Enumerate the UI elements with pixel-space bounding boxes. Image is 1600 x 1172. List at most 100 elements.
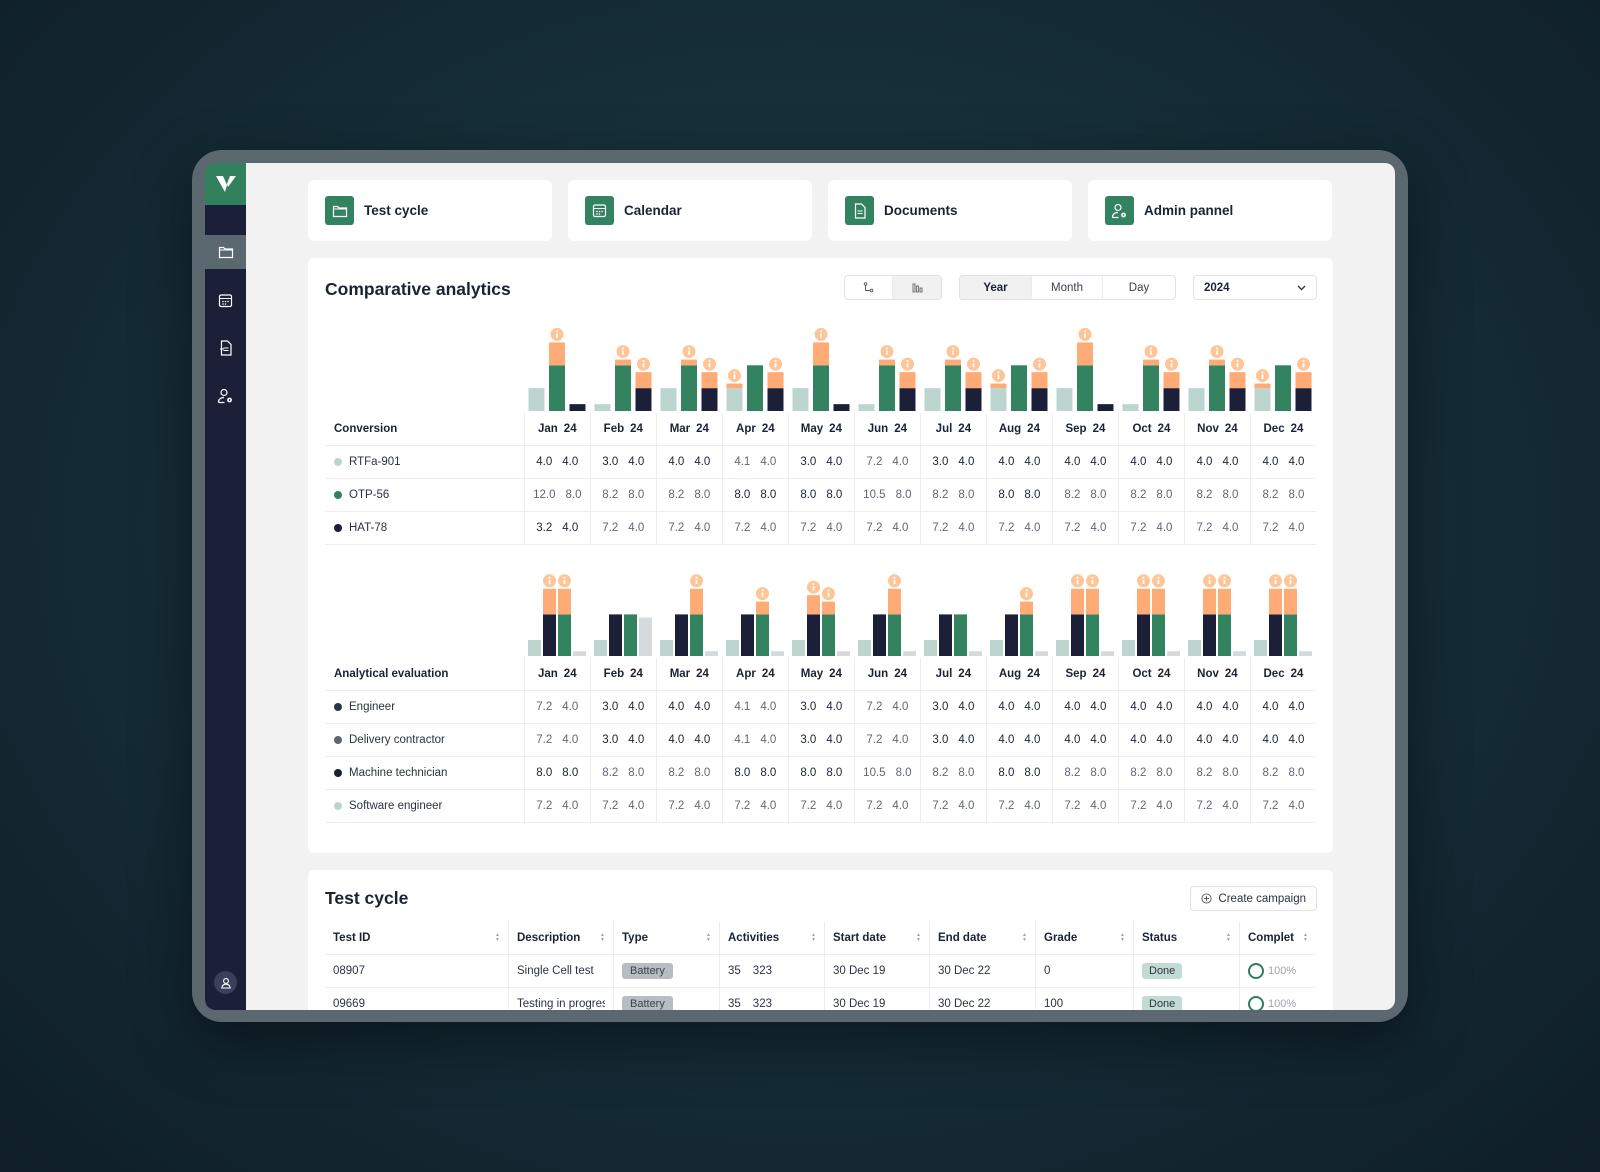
column-header[interactable]: Start date ▲ ▼ [824,922,929,954]
bar-otp-56[interactable] [549,365,565,411]
bar-otp-56[interactable] [681,365,697,411]
info-icon[interactable] [901,357,914,371]
period-year[interactable]: Year [960,276,1032,299]
bar-rtfa-901[interactable] [660,388,677,411]
info-icon[interactable] [967,357,980,371]
bar-rtfa-901[interactable] [726,388,743,411]
info-icon[interactable] [690,574,703,588]
bar-delivery-contractor[interactable] [837,651,850,656]
sort-icon[interactable]: ▲ ▼ [1303,933,1308,943]
info-icon[interactable] [1078,327,1092,341]
bar-machine-technician[interactable] [543,614,556,656]
info-icon[interactable] [1152,574,1165,588]
card-calendar[interactable]: Calendar [568,180,812,241]
info-icon[interactable] [1284,574,1297,588]
bar-software-engineer[interactable] [528,640,541,656]
info-icon[interactable] [1144,345,1158,359]
table-row[interactable]: 09669 Testing in progress Battery 35 323 30 D… [325,988,1316,1010]
bar-machine-technician[interactable] [939,614,952,656]
bar-machine-technician[interactable] [675,614,688,656]
bar-rtfa-901[interactable] [990,388,1007,411]
sort-icon[interactable]: ▲ ▼ [600,933,605,943]
bar-engineer[interactable] [954,614,967,656]
info-icon[interactable] [888,574,901,588]
bar-delivery-contractor[interactable] [573,651,586,656]
year-select[interactable]: 2024 [1193,275,1317,300]
bar-delivery-contractor[interactable] [639,617,652,656]
bar-machine-technician[interactable] [741,614,754,656]
sort-icon[interactable]: ▲ ▼ [1120,933,1125,943]
sort-icon[interactable]: ▲ ▼ [811,933,816,943]
bar-otp-56[interactable] [747,365,763,411]
logo-icon[interactable] [205,163,246,205]
bar-rtfa-901[interactable] [924,388,941,411]
bar-software-engineer[interactable] [792,640,805,656]
bar-hat-78[interactable] [899,388,916,411]
line-chart-toggle[interactable] [845,276,893,299]
bar-engineer[interactable] [756,614,769,656]
info-icon[interactable] [637,357,650,371]
info-icon[interactable] [807,580,820,594]
bar-otp-56[interactable] [615,365,631,411]
sort-icon[interactable]: ▲ ▼ [495,933,500,943]
info-icon[interactable] [769,357,782,371]
bar-machine-technician[interactable] [1071,614,1084,656]
info-icon[interactable] [822,587,835,601]
bar-software-engineer[interactable] [1056,640,1069,656]
sort-icon[interactable]: ▲ ▼ [1226,933,1231,943]
bar-hat-78[interactable] [833,404,850,411]
sidebar-item-admin[interactable] [205,379,246,413]
bar-engineer[interactable] [1152,614,1165,656]
info-icon[interactable] [1165,357,1178,371]
bar-rtfa-901[interactable] [1056,388,1073,411]
bar-engineer[interactable] [1284,614,1297,656]
bar-engineer[interactable] [558,614,571,656]
bar-machine-technician[interactable] [1137,614,1150,656]
card-test-cycle[interactable]: Test cycle [308,180,552,241]
bar-hat-78[interactable] [1031,388,1048,411]
bar-hat-78[interactable] [701,388,718,411]
info-icon[interactable] [1137,574,1150,588]
bar-software-engineer[interactable] [1122,640,1135,656]
bar-engineer[interactable] [1086,614,1099,656]
bar-delivery-contractor[interactable] [903,651,916,656]
bar-engineer[interactable] [1218,614,1231,656]
info-icon[interactable] [728,369,741,383]
bar-hat-78[interactable] [569,404,586,411]
user-avatar[interactable] [214,971,237,994]
bar-engineer[interactable] [888,614,901,656]
card-admin-panel[interactable]: Admin pannel [1088,180,1332,241]
bar-hat-78[interactable] [1097,404,1114,411]
bar-software-engineer[interactable] [990,640,1003,656]
bar-software-engineer[interactable] [660,640,673,656]
info-icon[interactable] [682,345,696,359]
bar-machine-technician[interactable] [1203,614,1216,656]
info-icon[interactable] [1203,574,1216,588]
info-icon[interactable] [1297,357,1310,371]
bar-delivery-contractor[interactable] [1167,651,1180,656]
bar-hat-78[interactable] [1295,388,1312,411]
info-icon[interactable] [946,345,960,359]
bar-software-engineer[interactable] [726,640,739,656]
info-icon[interactable] [880,345,894,359]
bar-otp-56[interactable] [813,365,829,411]
column-header[interactable]: Activities ▲ ▼ [719,922,824,954]
sidebar-item-test-cycle[interactable] [205,235,246,269]
column-header[interactable]: End date ▲ ▼ [929,922,1035,954]
info-icon[interactable] [1231,357,1244,371]
bar-hat-78[interactable] [965,388,982,411]
create-campaign-button[interactable]: Create campaign [1190,886,1317,911]
info-icon[interactable] [992,369,1005,383]
bar-rtfa-901[interactable] [594,404,611,411]
bar-otp-56[interactable] [1143,365,1159,411]
bar-hat-78[interactable] [635,388,652,411]
bar-software-engineer[interactable] [1188,640,1201,656]
bar-hat-78[interactable] [767,388,784,411]
bar-rtfa-901[interactable] [1122,404,1139,411]
sidebar-item-calendar[interactable] [205,283,246,317]
bar-delivery-contractor[interactable] [1233,651,1246,656]
bar-rtfa-901[interactable] [792,388,809,411]
info-icon[interactable] [616,345,630,359]
column-header[interactable]: Description ▲ ▼ [508,922,613,954]
bar-chart-toggle[interactable] [893,276,941,299]
